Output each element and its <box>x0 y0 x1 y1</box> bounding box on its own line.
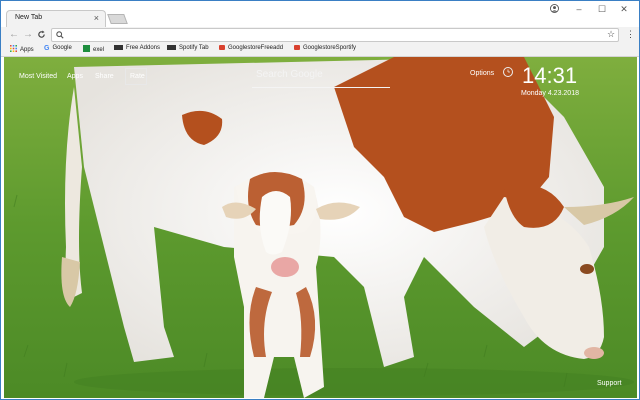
bookmark-label: Spotify Tab <box>179 45 209 51</box>
close-window-icon[interactable]: ✕ <box>617 4 631 15</box>
search-underline <box>252 87 390 88</box>
rate-label: Rate <box>130 73 145 80</box>
support-link[interactable]: Support <box>597 380 622 387</box>
browser-window: New Tab × – ☐ ✕ ← → ☆ ⋮ Apps G Google ex… <box>0 0 640 400</box>
bookmark-googlestore-sportify[interactable]: GooglestoreSportify <box>294 45 356 51</box>
maximize-icon[interactable]: ☐ <box>595 4 609 15</box>
bookmark-exel[interactable]: exel <box>83 45 104 53</box>
menu-icon[interactable]: ⋮ <box>626 29 635 40</box>
new-tab-page: Most Visited Apps Share Rate Search Goog… <box>4 57 637 398</box>
bookmark-free-addons[interactable]: Free Addons <box>114 45 160 51</box>
clock-time: 14:31 <box>522 63 578 88</box>
store-icon <box>219 45 225 50</box>
address-bar[interactable] <box>51 28 619 42</box>
options-link[interactable]: Options <box>470 70 494 77</box>
new-tab-button[interactable] <box>107 14 128 24</box>
clock-date: Monday 4.23.2018 <box>521 90 579 97</box>
bookmark-google[interactable]: G Google <box>44 45 72 52</box>
bookmark-label: Google <box>52 45 72 51</box>
toolbar: ← → <box>1 27 639 44</box>
bookmark-label: GooglestoreFreeadd <box>228 45 284 51</box>
bookmark-spotify-tab[interactable]: Spotify Tab <box>167 45 209 51</box>
tab-title: New Tab <box>15 14 43 21</box>
bookmark-label: GooglestoreSportify <box>303 45 357 51</box>
forward-icon[interactable]: → <box>23 29 33 40</box>
cow-background-image <box>4 57 637 398</box>
apps-link[interactable]: Apps <box>67 73 83 80</box>
rate-button[interactable]: Rate <box>125 68 147 85</box>
bookmark-label: Free Addons <box>126 45 161 51</box>
bookmark-label: exel <box>93 47 105 53</box>
bookmark-label: Apps <box>20 47 34 53</box>
bookmarks-bar: Apps G Google exel Free Addons Spotify Ta… <box>1 44 639 57</box>
tab-new-tab[interactable]: New Tab × <box>6 10 106 28</box>
most-visited-link[interactable]: Most Visited <box>19 73 57 80</box>
tab-strip: New Tab × – ☐ ✕ <box>1 1 639 28</box>
addon-icon <box>167 45 176 50</box>
minimize-icon[interactable]: – <box>572 4 586 14</box>
sheets-icon <box>83 45 90 52</box>
google-icon: G <box>44 45 50 52</box>
reload-icon[interactable] <box>37 29 46 42</box>
search-icon <box>56 29 64 41</box>
bookmark-apps[interactable]: Apps <box>10 45 34 53</box>
user-icon[interactable] <box>550 4 559 15</box>
clock-icon[interactable] <box>503 67 513 77</box>
bookmark-googlestore-freeadd[interactable]: GooglestoreFreeadd <box>219 45 283 51</box>
apps-grid-icon <box>10 45 17 52</box>
bookmark-star-icon[interactable]: ☆ <box>607 29 615 40</box>
tab-close-icon[interactable]: × <box>94 13 99 23</box>
store-icon <box>294 45 300 50</box>
share-link[interactable]: Share <box>95 73 114 80</box>
back-icon[interactable]: ← <box>9 29 19 40</box>
search-input[interactable]: Search Google <box>256 69 323 80</box>
addon-icon <box>114 45 123 50</box>
